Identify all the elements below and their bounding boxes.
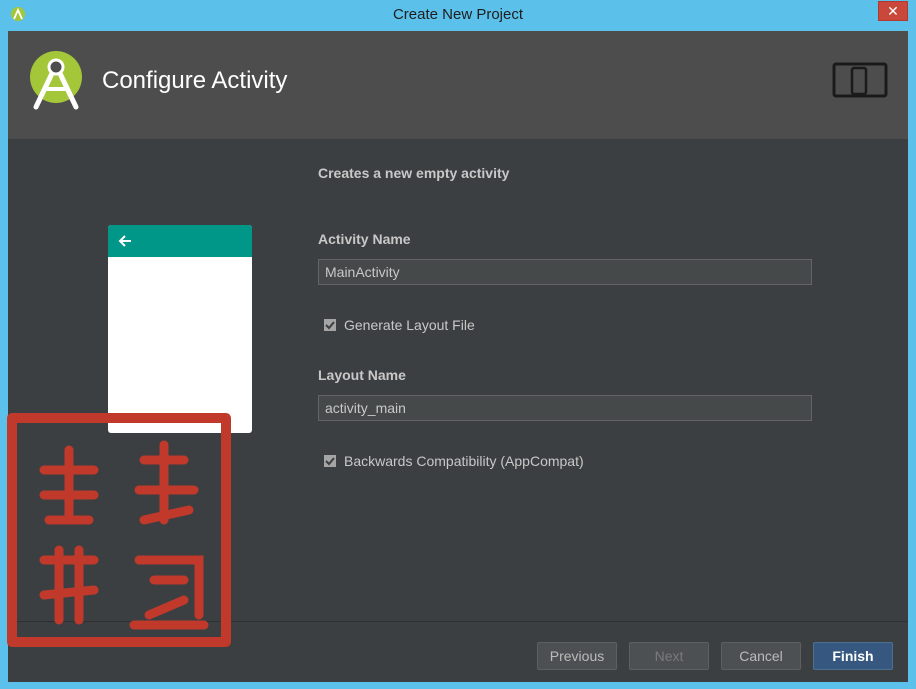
android-studio-logo: [30, 51, 82, 110]
header: Configure Activity: [8, 31, 908, 139]
generate-layout-label: Generate Layout File: [344, 317, 475, 333]
seal-watermark: [7, 413, 231, 647]
description: Creates a new empty activity: [318, 165, 510, 181]
layout-name-field[interactable]: activity_main: [318, 395, 812, 421]
cancel-button[interactable]: Cancel: [721, 642, 801, 670]
activity-preview: [108, 225, 252, 433]
back-arrow-icon: [118, 235, 131, 247]
title-bar[interactable]: Create New Project ✕: [0, 0, 916, 31]
preview-toolbar: [108, 225, 252, 257]
window-title: Create New Project: [392, 6, 524, 23]
backwards-compat-checkbox[interactable]: Backwards Compatibility (AppCompat): [324, 452, 584, 470]
checkmark-icon: [325, 321, 335, 330]
layout-name-label: Layout Name: [318, 367, 406, 383]
close-button[interactable]: ✕: [878, 1, 908, 21]
page-title: Configure Activity: [102, 67, 288, 94]
previous-button[interactable]: Previous: [537, 642, 617, 670]
checkmark-icon: [325, 457, 335, 466]
backwards-compat-label: Backwards Compatibility (AppCompat): [344, 453, 584, 469]
activity-name-field[interactable]: MainActivity: [318, 259, 812, 285]
finish-button[interactable]: Finish: [813, 642, 893, 670]
generate-layout-checkbox[interactable]: Generate Layout File: [324, 316, 475, 334]
checkbox-box[interactable]: [324, 319, 336, 331]
next-button[interactable]: Next: [629, 642, 709, 670]
device-tablet-phone-icon: [832, 62, 888, 98]
activity-name-label: Activity Name: [318, 231, 411, 247]
checkbox-box[interactable]: [324, 455, 336, 467]
